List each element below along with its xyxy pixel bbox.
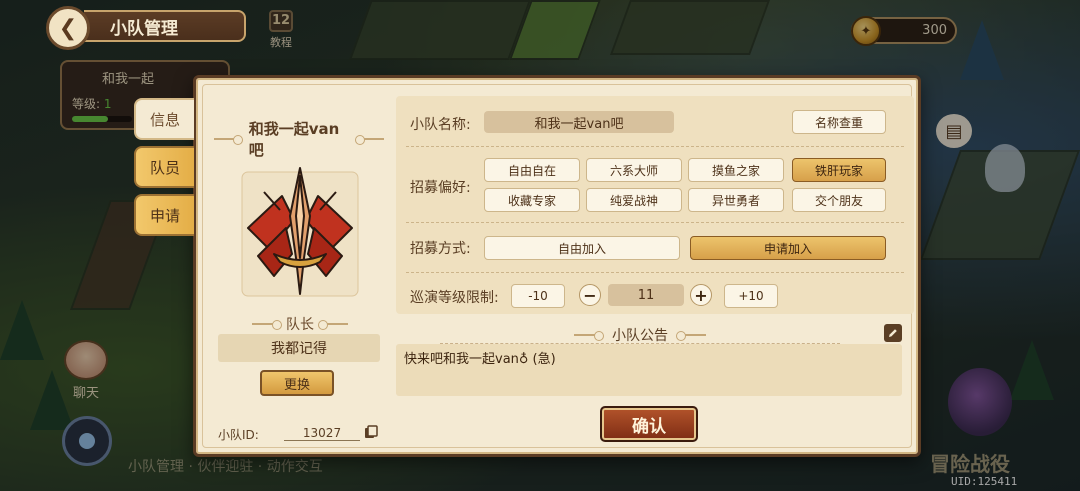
ornament-right	[318, 320, 348, 330]
pref-option-friends[interactable]: 交个朋友	[792, 188, 886, 212]
pref-option-hardcore[interactable]: 铁肝玩家	[792, 158, 886, 182]
pref-option-collector[interactable]: 收藏专家	[484, 188, 580, 212]
edit-notice-button[interactable]	[884, 324, 902, 342]
level-minus-button[interactable]: −	[579, 284, 601, 306]
team-name-title: 和我一起van吧	[248, 120, 340, 159]
pref-option-slacker[interactable]: 摸鱼之家	[688, 158, 784, 182]
ornament-right	[676, 331, 706, 341]
ornament-right	[355, 135, 384, 145]
pencil-icon	[889, 329, 897, 337]
page-title: 小队管理	[84, 10, 246, 42]
divider	[406, 272, 904, 273]
divider	[406, 222, 904, 223]
tab-info-label: 信息	[149, 110, 180, 129]
divider	[406, 146, 904, 147]
ornament-left	[252, 320, 282, 330]
notice-content[interactable]: 快来吧和我一起van♁ (急)	[396, 344, 902, 396]
back-arrow-icon: ❮	[58, 15, 78, 41]
level-plus-10-button[interactable]: +10	[724, 284, 778, 308]
team-name-heading: 和我一起van吧	[214, 120, 384, 159]
team-name-field[interactable]: 和我一起van吧	[484, 111, 674, 133]
team-emblem	[230, 158, 370, 308]
tab-members-label: 队员	[149, 158, 180, 177]
tab-info[interactable]: 信息	[134, 98, 194, 140]
pref-option-pure-love[interactable]: 纯爱战神	[586, 188, 682, 212]
ornament-left	[574, 331, 604, 341]
team-id-value: 13027	[284, 426, 360, 441]
team-name-label: 小队名称:	[410, 117, 471, 133]
recruit-pref-label: 招募偏好:	[410, 180, 471, 196]
ornament-left	[214, 135, 243, 145]
pref-option-six-master[interactable]: 六系大师	[586, 158, 682, 182]
team-emblem-icon	[241, 167, 359, 297]
tab-applications[interactable]: 申请	[134, 194, 194, 236]
team-id-label: 小队ID:	[218, 428, 259, 442]
leader-name: 我都记得	[218, 334, 380, 362]
leader-heading: 队长	[234, 314, 366, 334]
level-minus-10-button[interactable]: -10	[511, 284, 565, 308]
method-apply-join[interactable]: 申请加入	[690, 236, 886, 260]
confirm-button[interactable]: 确认	[600, 406, 698, 442]
back-button[interactable]: ❮	[46, 6, 90, 50]
level-limit-value[interactable]: 11	[608, 284, 684, 306]
tab-applications-label: 申请	[149, 206, 180, 225]
method-free-join[interactable]: 自由加入	[484, 236, 680, 260]
level-plus-button[interactable]: +	[690, 284, 712, 306]
change-leader-button[interactable]: 更换	[260, 370, 334, 396]
notice-title: 小队公告	[612, 328, 668, 344]
name-check-button[interactable]: 名称查重	[792, 110, 886, 134]
leader-label: 队长	[286, 317, 314, 333]
copy-icon[interactable]	[364, 425, 378, 439]
tab-members[interactable]: 队员	[134, 146, 194, 188]
pref-option-isekai[interactable]: 异世勇者	[688, 188, 784, 212]
level-limit-label: 巡演等级限制:	[410, 290, 499, 306]
recruit-method-label: 招募方式:	[410, 241, 471, 257]
pref-option-free[interactable]: 自由自在	[484, 158, 580, 182]
